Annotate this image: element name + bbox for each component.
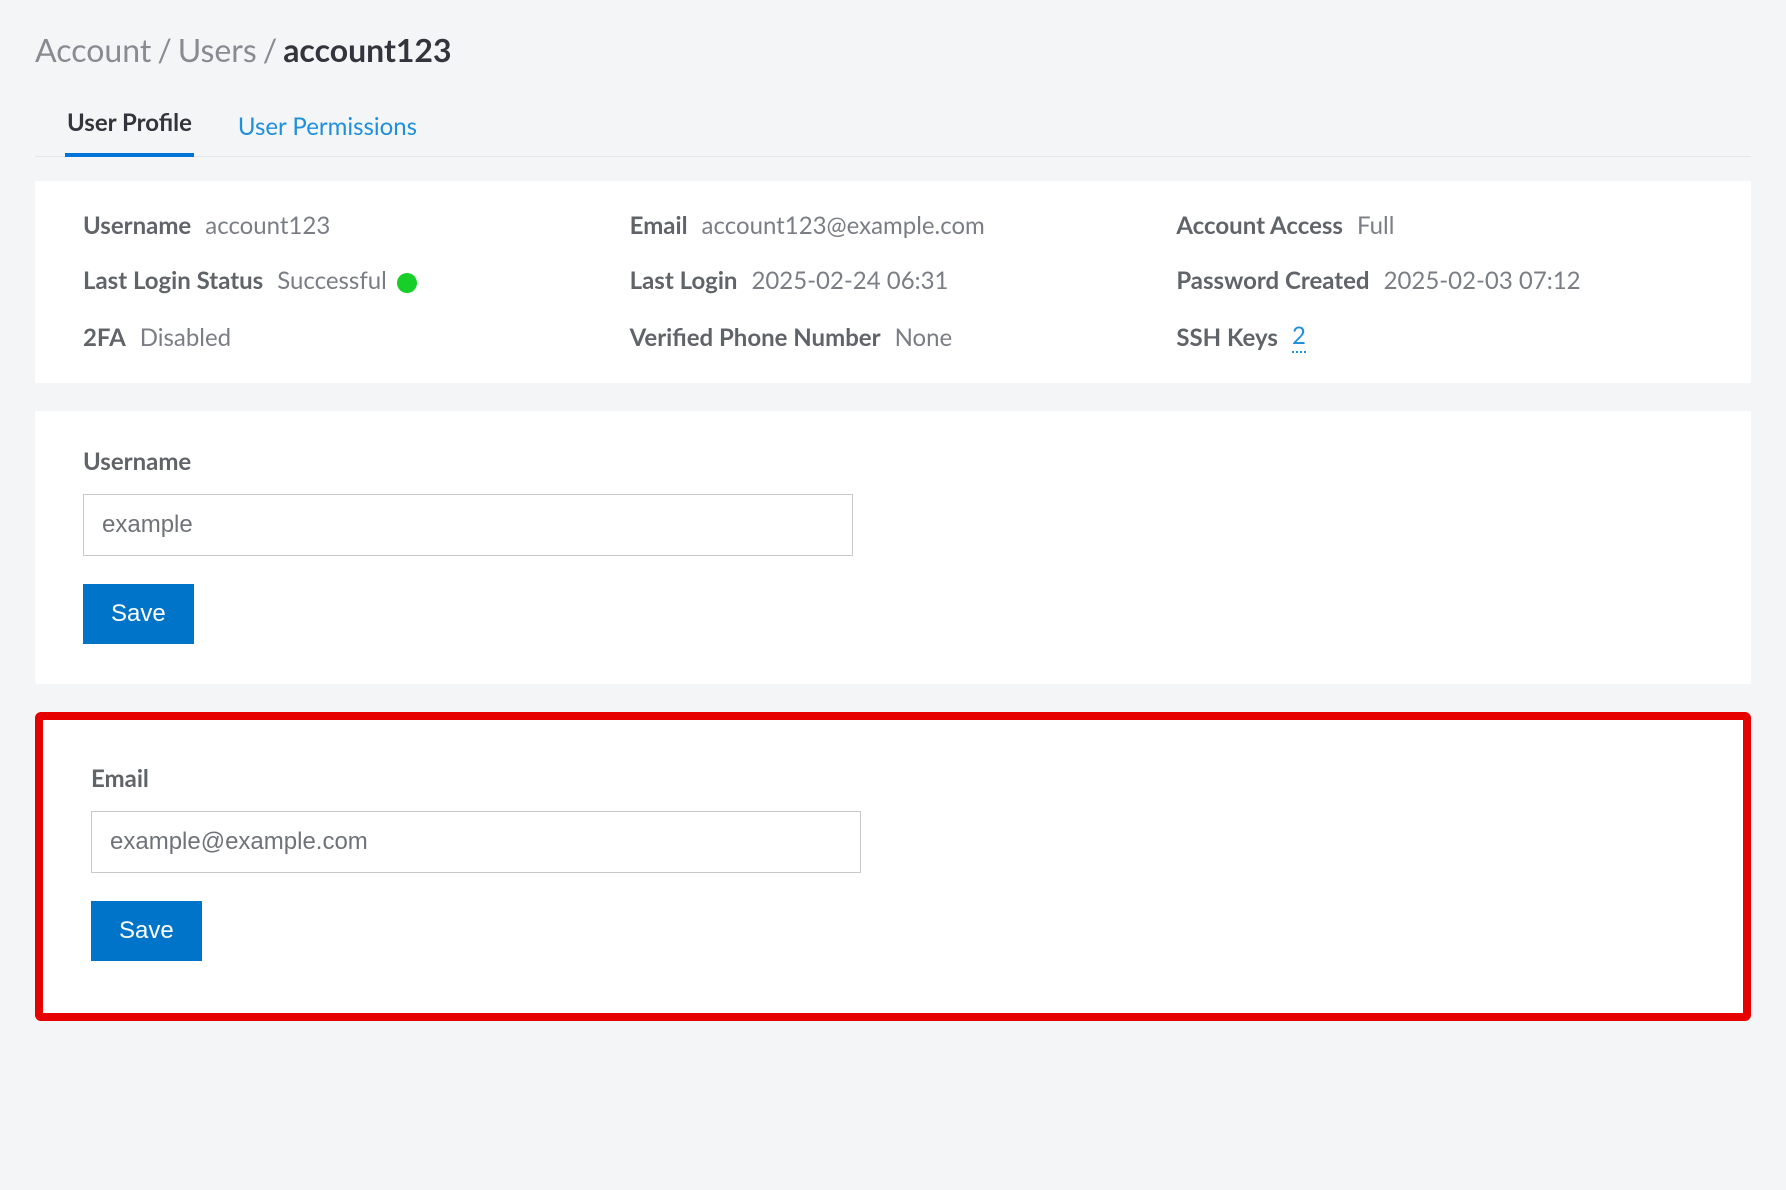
ssh-keys-link[interactable]: 2: [1292, 321, 1306, 353]
info-last-login-label: Last Login: [630, 266, 738, 295]
info-ssh-keys: SSH Keys 2: [1176, 321, 1703, 353]
info-last-login-status-value: Successful: [277, 266, 387, 295]
breadcrumb-separator: /: [257, 30, 283, 69]
status-success-icon: [397, 273, 417, 293]
email-form-card: Email Save: [35, 712, 1751, 1021]
username-save-button[interactable]: Save: [83, 584, 194, 644]
breadcrumb-current: account123: [283, 30, 451, 69]
username-form-label: Username: [83, 447, 1703, 476]
username-form-card: Username Save: [35, 411, 1751, 684]
info-last-login-status-label: Last Login Status: [83, 266, 263, 295]
info-password-created: Password Created 2025-02-03 07:12: [1176, 266, 1703, 295]
tab-user-permissions[interactable]: User Permissions: [236, 112, 419, 157]
info-email-value: account123@example.com: [702, 211, 985, 240]
user-info-card: Username account123 Email account123@exa…: [35, 181, 1751, 383]
info-email-label: Email: [630, 211, 688, 240]
email-save-button[interactable]: Save: [91, 901, 202, 961]
info-2fa: 2FA Disabled: [83, 321, 610, 353]
email-input[interactable]: [91, 811, 861, 873]
username-input[interactable]: [83, 494, 853, 556]
breadcrumb: Account/Users/account123: [35, 30, 1751, 69]
info-2fa-value: Disabled: [140, 323, 231, 352]
breadcrumb-users[interactable]: Users: [178, 30, 257, 69]
info-password-created-label: Password Created: [1176, 266, 1369, 295]
info-ssh-label: SSH Keys: [1176, 323, 1278, 352]
info-username: Username account123: [83, 211, 610, 240]
info-last-login: Last Login 2025-02-24 06:31: [630, 266, 1157, 295]
breadcrumb-account[interactable]: Account: [35, 30, 151, 69]
info-phone-value: None: [895, 323, 953, 352]
email-form-label: Email: [91, 764, 1695, 793]
info-access-label: Account Access: [1176, 211, 1343, 240]
breadcrumb-separator: /: [151, 30, 177, 69]
info-last-login-value: 2025-02-24 06:31: [751, 266, 948, 295]
info-2fa-label: 2FA: [83, 323, 126, 352]
info-account-access: Account Access Full: [1176, 211, 1703, 240]
info-email: Email account123@example.com: [630, 211, 1157, 240]
info-phone: Verified Phone Number None: [630, 321, 1157, 353]
info-phone-label: Verified Phone Number: [630, 323, 881, 352]
tab-user-profile[interactable]: User Profile: [65, 108, 194, 157]
info-username-value: account123: [205, 211, 330, 240]
info-access-value: Full: [1357, 211, 1394, 240]
info-username-label: Username: [83, 211, 191, 240]
info-last-login-status: Last Login Status Successful: [83, 266, 610, 295]
info-password-created-value: 2025-02-03 07:12: [1384, 266, 1581, 295]
tabs: User Profile User Permissions: [35, 107, 1751, 157]
